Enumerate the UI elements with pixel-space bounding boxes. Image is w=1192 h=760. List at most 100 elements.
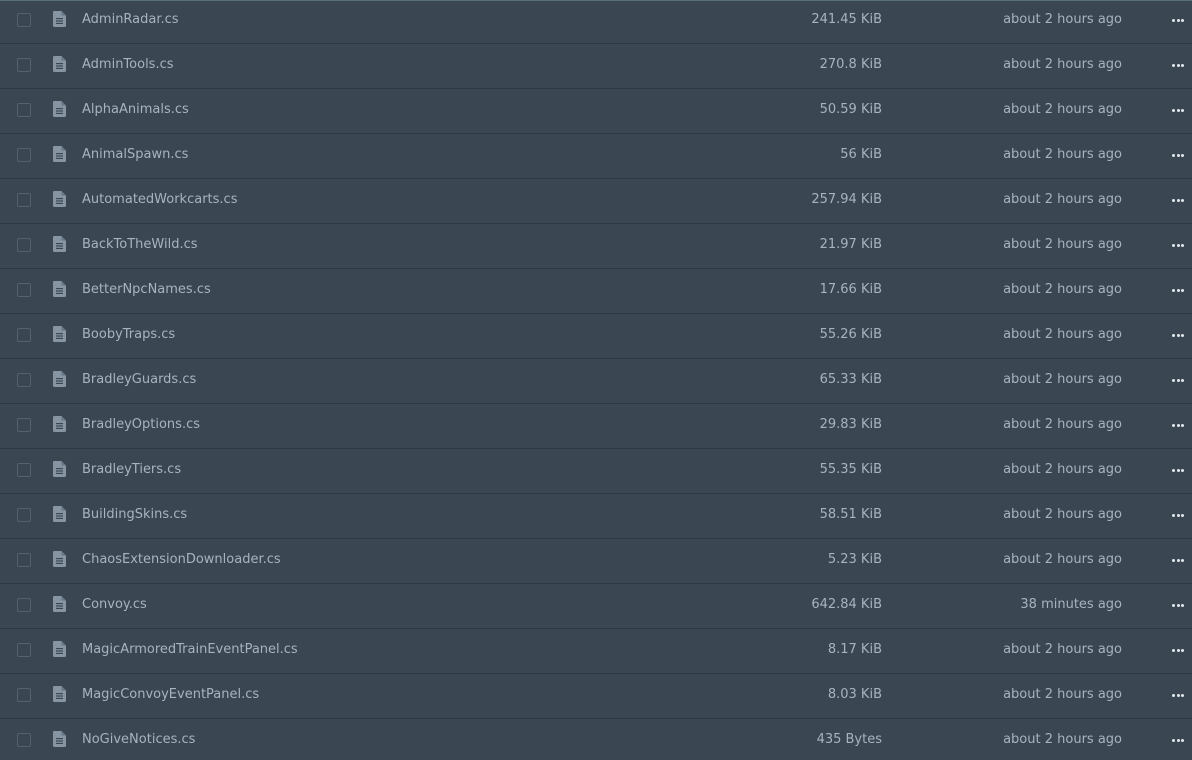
more-actions-button[interactable] [1170, 602, 1186, 610]
more-horizontal-icon [1172, 514, 1175, 517]
more-actions-button[interactable] [1170, 152, 1186, 160]
row-select-checkbox[interactable] [17, 373, 31, 387]
file-row-content: AlphaAnimals.cs 50.59 KiB about 2 hours ag… [0, 89, 1192, 133]
more-actions-button[interactable] [1170, 557, 1186, 565]
file-icon [53, 326, 66, 342]
file-name[interactable]: MagicArmoredTrainEventPanel.cs [82, 642, 298, 658]
file-name[interactable]: BradleyTiers.cs [82, 462, 181, 478]
file-row[interactable]: BradleyOptions.cs 29.83 KiB about 2 hours … [0, 404, 1192, 449]
file-modified: about 2 hours ago [1003, 192, 1122, 207]
file-row[interactable]: BradleyTiers.cs 55.35 KiB about 2 hours ag… [0, 449, 1192, 494]
file-name[interactable]: BradleyGuards.cs [82, 372, 196, 388]
file-row-content: BoobyTraps.cs 55.26 KiB about 2 hours ago [0, 314, 1192, 358]
file-name[interactable]: BackToTheWild.cs [82, 237, 198, 253]
file-row[interactable]: ChaosExtensionDownloader.cs 5.23 KiB about… [0, 539, 1192, 584]
file-row[interactable]: AutomatedWorkcarts.cs 257.94 KiB about 2 h… [0, 179, 1192, 224]
more-actions-button[interactable] [1170, 62, 1186, 70]
row-select-checkbox[interactable] [17, 13, 31, 27]
more-horizontal-icon [1172, 109, 1175, 112]
file-size: 55.26 KiB [819, 327, 882, 342]
file-row-content: BradleyOptions.cs 29.83 KiB about 2 hours … [0, 404, 1192, 448]
file-row[interactable]: Convoy.cs 642.84 KiB 38 minutes ago [0, 584, 1192, 629]
file-row[interactable]: AnimalSpawn.cs 56 KiB about 2 hours ago [0, 134, 1192, 179]
file-row-content: MagicArmoredTrainEventPanel.cs 8.17 KiB ab… [0, 629, 1192, 673]
more-actions-button[interactable] [1170, 242, 1186, 250]
file-name[interactable]: BradleyOptions.cs [82, 417, 200, 433]
row-select-checkbox[interactable] [17, 148, 31, 162]
more-horizontal-icon [1172, 154, 1175, 157]
more-actions-button[interactable] [1170, 107, 1186, 115]
more-horizontal-icon [1176, 649, 1180, 652]
row-select-checkbox[interactable] [17, 463, 31, 477]
more-actions-button[interactable] [1170, 692, 1186, 700]
row-select-checkbox[interactable] [17, 103, 31, 117]
row-select-checkbox[interactable] [17, 598, 31, 612]
file-modified: about 2 hours ago [1003, 237, 1122, 252]
file-row[interactable]: BackToTheWild.cs 21.97 KiB about 2 hours a… [0, 224, 1192, 269]
file-icon [53, 371, 66, 387]
file-row-content: BradleyTiers.cs 55.35 KiB about 2 hours ag… [0, 449, 1192, 493]
row-select-checkbox[interactable] [17, 283, 31, 297]
file-name[interactable]: NoGiveNotices.cs [82, 732, 195, 748]
file-row-content: MagicConvoyEventPanel.cs 8.03 KiB about 2 … [0, 674, 1192, 718]
more-actions-button[interactable] [1170, 287, 1186, 295]
row-select-checkbox[interactable] [17, 238, 31, 252]
more-horizontal-icon [1172, 604, 1175, 607]
more-actions-button[interactable] [1170, 737, 1186, 745]
file-row[interactable]: AdminTools.cs 270.8 KiB about 2 hours ago [0, 44, 1192, 89]
file-name[interactable]: BuildingSkins.cs [82, 507, 187, 523]
file-name[interactable]: AdminTools.cs [82, 57, 174, 73]
more-horizontal-icon [1172, 424, 1175, 427]
more-actions-button[interactable] [1170, 197, 1186, 205]
more-actions-button[interactable] [1170, 647, 1186, 655]
row-select-checkbox[interactable] [17, 508, 31, 522]
file-name[interactable]: AlphaAnimals.cs [82, 102, 189, 118]
file-row[interactable]: NoGiveNotices.cs 435 Bytes about 2 hours a… [0, 719, 1192, 760]
file-modified: about 2 hours ago [1003, 282, 1122, 297]
file-row[interactable]: BuildingSkins.cs 58.51 KiB about 2 hours a… [0, 494, 1192, 539]
more-actions-button[interactable] [1170, 377, 1186, 385]
more-actions-button[interactable] [1170, 422, 1186, 430]
file-row[interactable]: BetterNpcNames.cs 17.66 KiB about 2 hours … [0, 269, 1192, 314]
row-select-checkbox[interactable] [17, 553, 31, 567]
file-row[interactable]: BoobyTraps.cs 55.26 KiB about 2 hours ago [0, 314, 1192, 359]
file-name[interactable]: BoobyTraps.cs [82, 327, 175, 343]
file-name[interactable]: ChaosExtensionDownloader.cs [82, 552, 281, 568]
row-select-checkbox[interactable] [17, 58, 31, 72]
file-modified: about 2 hours ago [1003, 12, 1122, 27]
row-select-checkbox[interactable] [17, 643, 31, 657]
row-select-checkbox[interactable] [17, 328, 31, 342]
file-name[interactable]: AnimalSpawn.cs [82, 147, 188, 163]
more-actions-button[interactable] [1170, 332, 1186, 340]
file-row-content: NoGiveNotices.cs 435 Bytes about 2 hours a… [0, 719, 1192, 760]
more-actions-button[interactable] [1170, 512, 1186, 520]
more-horizontal-icon [1181, 649, 1184, 652]
more-actions-button[interactable] [1170, 467, 1186, 475]
row-select-checkbox[interactable] [17, 688, 31, 702]
row-select-checkbox[interactable] [17, 418, 31, 432]
file-name[interactable]: Convoy.cs [82, 597, 147, 613]
more-horizontal-icon [1176, 154, 1180, 157]
file-row[interactable]: BradleyGuards.cs 65.33 KiB about 2 hours a… [0, 359, 1192, 404]
file-size: 435 Bytes [816, 732, 882, 747]
row-select-checkbox[interactable] [17, 193, 31, 207]
file-row[interactable]: MagicArmoredTrainEventPanel.cs 8.17 KiB ab… [0, 629, 1192, 674]
file-name[interactable]: AutomatedWorkcarts.cs [82, 192, 237, 208]
file-size: 55.35 KiB [819, 462, 882, 477]
more-horizontal-icon [1176, 469, 1180, 472]
more-horizontal-icon [1176, 109, 1180, 112]
file-row[interactable]: AdminRadar.cs 241.45 KiB about 2 hours ago [0, 0, 1192, 44]
row-select-checkbox[interactable] [17, 733, 31, 747]
more-horizontal-icon [1172, 649, 1175, 652]
file-modified: about 2 hours ago [1003, 57, 1122, 72]
file-icon [53, 11, 66, 27]
file-row[interactable]: MagicConvoyEventPanel.cs 8.03 KiB about 2 … [0, 674, 1192, 719]
more-horizontal-icon [1172, 199, 1175, 202]
file-size: 50.59 KiB [819, 102, 882, 117]
file-name[interactable]: BetterNpcNames.cs [82, 282, 211, 298]
file-name[interactable]: AdminRadar.cs [82, 12, 179, 28]
more-horizontal-icon [1172, 694, 1175, 697]
more-actions-button[interactable] [1170, 17, 1186, 25]
file-name[interactable]: MagicConvoyEventPanel.cs [82, 687, 259, 703]
file-row[interactable]: AlphaAnimals.cs 50.59 KiB about 2 hours ag… [0, 89, 1192, 134]
